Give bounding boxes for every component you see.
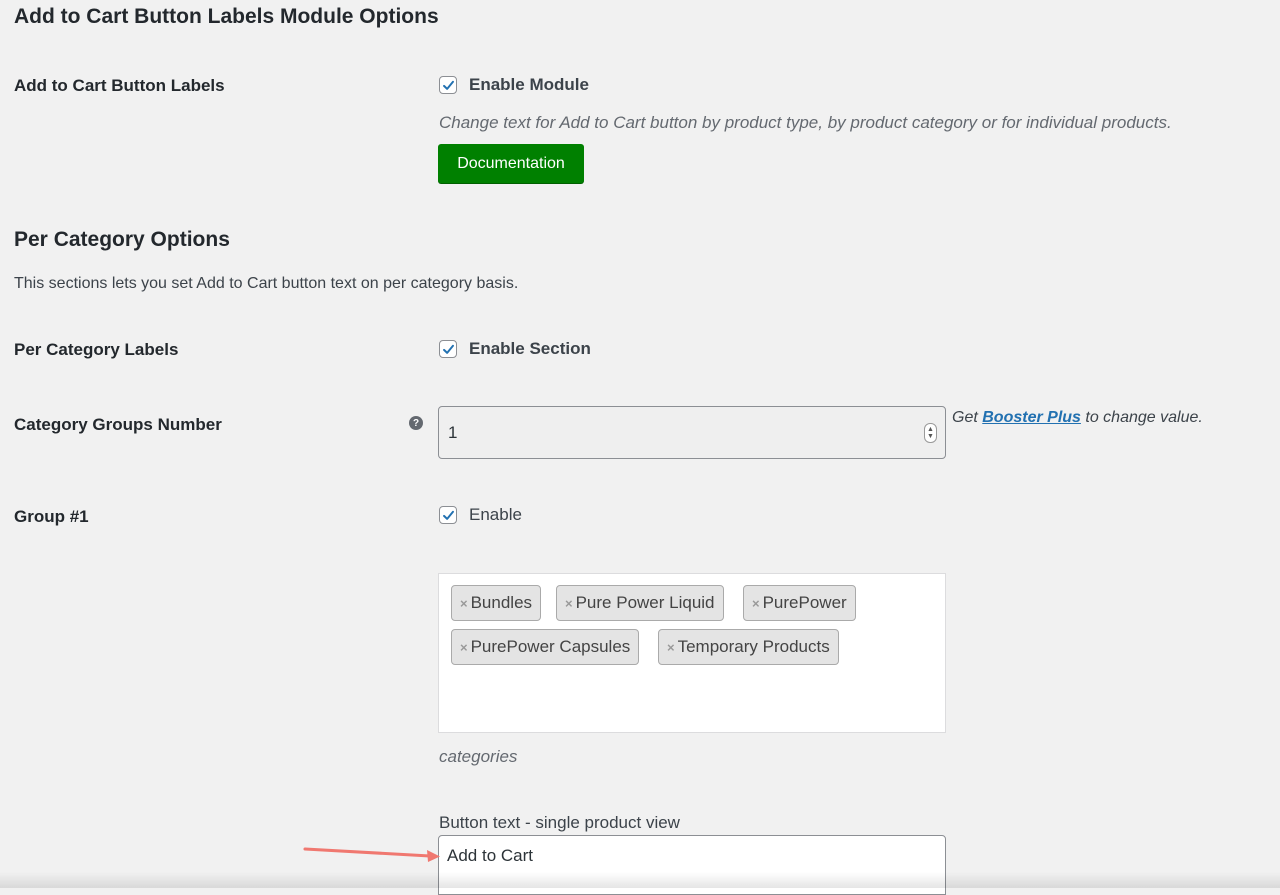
category-chip[interactable]: × Pure Power Liquid	[556, 585, 724, 621]
enable-section-label: Enable Section	[469, 339, 591, 358]
category-chip-label: PurePower	[762, 593, 847, 612]
category-groups-number-input[interactable]: 1 ▲ ▼	[438, 406, 946, 459]
category-chip[interactable]: × Bundles	[451, 585, 542, 621]
add-to-cart-labels-row-label: Add to Cart Button Labels	[14, 76, 225, 95]
groups-number-value: 1	[448, 422, 458, 442]
remove-chip-icon[interactable]: ×	[752, 596, 760, 611]
help-tip-icon[interactable]: ?	[409, 416, 423, 430]
group-1-enable-checkbox[interactable]: Enable	[439, 505, 522, 525]
per-category-labels-row-label: Per Category Labels	[14, 340, 179, 359]
remove-chip-icon[interactable]: ×	[460, 640, 468, 655]
checkbox-box[interactable]	[439, 506, 457, 524]
category-chip-label: Pure Power Liquid	[575, 593, 715, 612]
group-1-label: Group #1	[14, 507, 89, 526]
booster-plus-note: Get Booster Plus to change value.	[952, 409, 1203, 427]
enable-section-checkbox[interactable]: Enable Section	[439, 339, 591, 359]
button-text-value: Add to Cart	[447, 846, 533, 865]
category-chip[interactable]: × Temporary Products	[658, 629, 839, 665]
remove-chip-icon[interactable]: ×	[667, 640, 675, 655]
category-groups-number-label: Category Groups Number	[14, 415, 222, 434]
remove-chip-icon[interactable]: ×	[460, 596, 468, 611]
category-chip-label: Bundles	[470, 593, 533, 612]
module-description: Change text for Add to Cart button by pr…	[439, 113, 1172, 132]
booster-plus-link[interactable]: Booster Plus	[982, 409, 1081, 426]
remove-chip-icon[interactable]: ×	[565, 596, 573, 611]
checkmark-icon	[442, 80, 454, 90]
module-options-heading: Add to Cart Button Labels Module Options	[14, 5, 439, 28]
category-chip-label: PurePower Capsules	[470, 637, 631, 656]
per-category-description: This sections lets you set Add to Cart b…	[14, 275, 519, 292]
categories-multiselect[interactable]: × Bundles × Pure Power Liquid × PurePowe…	[438, 573, 946, 733]
enable-module-checkbox[interactable]: Enable Module	[439, 75, 589, 95]
category-chip-label: Temporary Products	[677, 637, 830, 656]
checkmark-icon	[442, 510, 454, 520]
per-category-heading: Per Category Options	[14, 228, 230, 251]
category-chip[interactable]: × PurePower Capsules	[451, 629, 640, 665]
booster-prefix: Get	[952, 409, 978, 426]
checkbox-box[interactable]	[439, 340, 457, 358]
checkbox-box[interactable]	[439, 76, 457, 94]
button-text-label: Button text - single product view	[439, 813, 680, 832]
categories-caption: categories	[439, 747, 518, 766]
documentation-button[interactable]: Documentation	[438, 144, 584, 183]
category-chip[interactable]: × PurePower	[743, 585, 856, 621]
group-1-enable-label: Enable	[469, 505, 522, 524]
number-spinner-icon[interactable]: ▲ ▼	[924, 422, 937, 443]
checkmark-icon	[442, 344, 454, 354]
bottom-fade	[0, 872, 1280, 888]
booster-suffix: to change value.	[1085, 409, 1203, 426]
annotation-arrow-icon	[303, 847, 440, 862]
enable-module-label: Enable Module	[469, 75, 589, 94]
